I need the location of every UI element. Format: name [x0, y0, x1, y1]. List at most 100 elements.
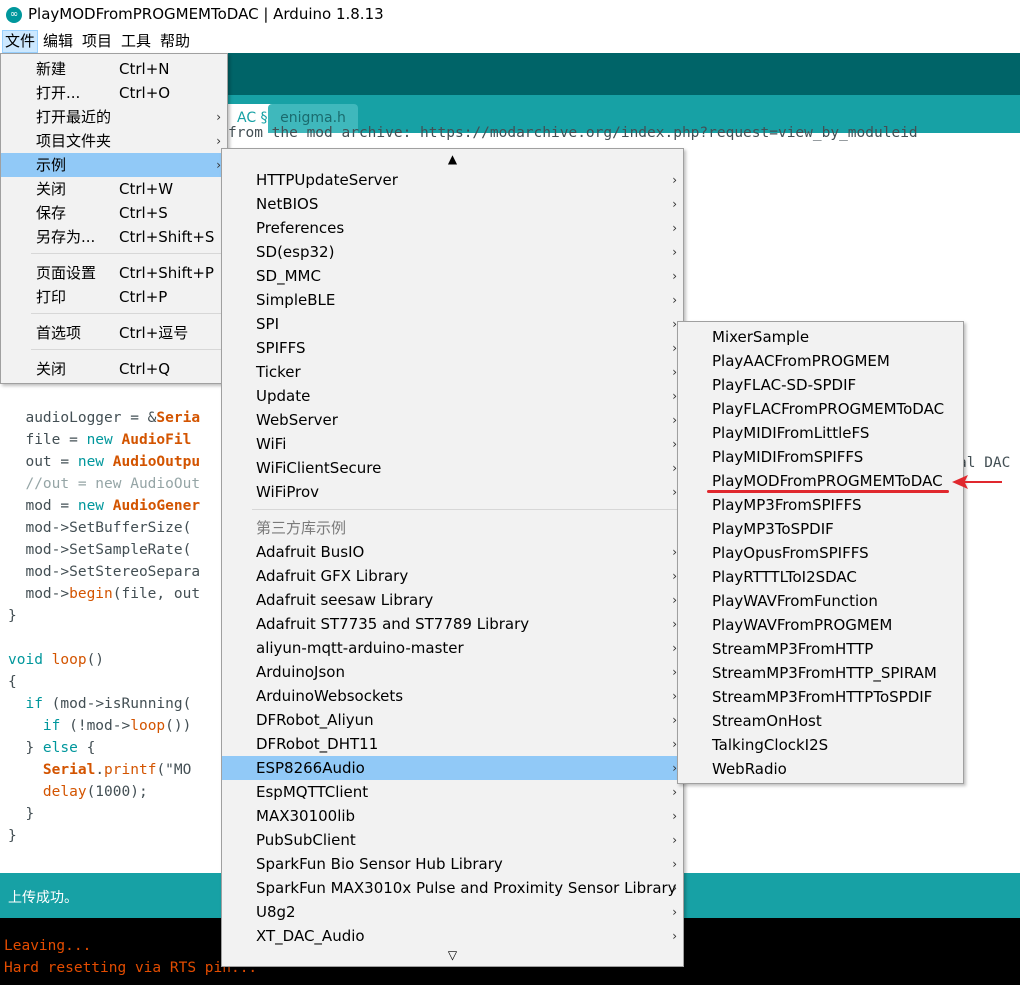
menu-item-example[interactable]: SPIFFS ›	[222, 336, 683, 360]
examples-menu: ▲ HTTPUpdateServer › NetBIOS › Preferences…	[221, 148, 684, 967]
status-message: 上传成功。	[8, 890, 78, 906]
menu-item-example[interactable]: WiFiProv ›	[222, 480, 683, 504]
code-line: } else {	[8, 740, 96, 756]
chevron-right-icon: ›	[672, 857, 677, 871]
menu-item-sketchbook[interactable]: 项目文件夹 ›	[1, 129, 227, 153]
menu-item-examples[interactable]: 示例 ›	[1, 153, 227, 177]
menu-item-sketch[interactable]: PlayMP3FromSPIFFS	[678, 493, 963, 517]
esp8266audio-menu: MixerSample PlayAACFromPROGMEM PlayFLAC-…	[677, 321, 964, 784]
menu-item-library-example[interactable]: XT_DAC_Audio ›	[222, 924, 683, 948]
scroll-up-arrow-icon[interactable]: ▲	[222, 152, 683, 166]
menu-item-library-example[interactable]: SparkFun MAX3010x Pulse and Proximity Se…	[222, 876, 683, 900]
menu-tools[interactable]: 工具	[119, 31, 153, 52]
chevron-right-icon: ›	[672, 293, 677, 307]
menu-item-esp8266audio[interactable]: ESP8266Audio ›	[222, 756, 683, 780]
window-title: PlayMODFromPROGMEMToDAC | Arduino 1.8.13	[28, 5, 384, 23]
code-line: mod->SetStereoSepara	[8, 564, 201, 580]
menu-item-sketch[interactable]: PlayOpusFromSPIFFS	[678, 541, 963, 565]
menu-item-library-example[interactable]: SparkFun Bio Sensor Hub Library ›	[222, 852, 683, 876]
menu-item-open-recent[interactable]: 打开最近的 ›	[1, 105, 227, 129]
chevron-right-icon: ›	[672, 269, 677, 283]
code-line: mod = new AudioGener	[8, 498, 201, 514]
menu-item-sketch[interactable]: PlayMIDIFromLittleFS	[678, 421, 963, 445]
menu-item-library-example[interactable]: DFRobot_DHT11 ›	[222, 732, 683, 756]
menu-item-example[interactable]: SimpleBLE ›	[222, 288, 683, 312]
menu-item-library-example[interactable]: DFRobot_Aliyun ›	[222, 708, 683, 732]
code-line: delay(1000);	[42, 784, 148, 800]
menu-item-library-example[interactable]: Adafruit seesaw Library ›	[222, 588, 683, 612]
code-line: mod->begin(file, out	[8, 586, 201, 602]
code-line: audioLogger = &Seria	[8, 410, 201, 426]
menu-separator	[252, 509, 679, 510]
menu-item-example[interactable]: Ticker ›	[222, 360, 683, 384]
menu-item-example[interactable]: WebServer ›	[222, 408, 683, 432]
menu-item-example[interactable]: Update ›	[222, 384, 683, 408]
menu-item-sketch[interactable]: PlayAACFromPROGMEM	[678, 349, 963, 373]
menu-item-library-example[interactable]: PubSubClient ›	[222, 828, 683, 852]
menu-item-print[interactable]: 打印 Ctrl+P	[1, 285, 227, 309]
menu-item-example[interactable]: SD(esp32) ›	[222, 240, 683, 264]
menu-help[interactable]: 帮助	[158, 31, 192, 52]
chevron-right-icon: ›	[672, 221, 677, 235]
menu-file[interactable]: 文件	[2, 30, 39, 53]
menu-item-sketch[interactable]: WebRadio	[678, 757, 963, 781]
code-line: mod->SetBufferSize(	[8, 520, 192, 536]
menu-item-open[interactable]: 打开... Ctrl+O	[1, 81, 227, 105]
chevron-right-icon: ›	[672, 173, 677, 187]
menu-item-sketch[interactable]: PlayWAVFromFunction	[678, 589, 963, 613]
chevron-right-icon: ›	[672, 809, 677, 823]
code-line: }	[8, 608, 17, 624]
menu-item-sketch[interactable]: StreamOnHost	[678, 709, 963, 733]
menu-item-sketch[interactable]: PlayMIDIFromSPIFFS	[678, 445, 963, 469]
menu-sketch[interactable]: 项目	[80, 31, 114, 52]
menu-separator	[31, 313, 223, 314]
menu-item-sketch[interactable]: MixerSample	[678, 325, 963, 349]
menu-item-example[interactable]: SPI ›	[222, 312, 683, 336]
menu-item-library-example[interactable]: Adafruit GFX Library ›	[222, 564, 683, 588]
chevron-right-icon: ›	[672, 881, 677, 895]
menu-item-sketch[interactable]: PlayWAVFromPROGMEM	[678, 613, 963, 637]
menu-edit[interactable]: 编辑	[41, 31, 75, 52]
code-line: if (mod->isRunning(	[25, 696, 192, 712]
menu-item-library-example[interactable]: ArduinoJson ›	[222, 660, 683, 684]
menu-item-close[interactable]: 关闭 Ctrl+W	[1, 177, 227, 201]
menu-item-sketch[interactable]: PlayFLAC-SD-SPDIF	[678, 373, 963, 397]
code-line: out = new AudioOutpu	[8, 454, 201, 470]
menu-item-library-example[interactable]: aliyun-mqtt-arduino-master ›	[222, 636, 683, 660]
code-line: }	[8, 806, 35, 822]
red-arrow-icon	[952, 475, 1002, 489]
menu-item-sketch[interactable]: PlayMP3ToSPDIF	[678, 517, 963, 541]
menu-item-library-example[interactable]: ArduinoWebsockets ›	[222, 684, 683, 708]
menu-item-save[interactable]: 保存 Ctrl+S	[1, 201, 227, 225]
menu-item-page-setup[interactable]: 页面设置 Ctrl+Shift+P	[1, 261, 227, 285]
menu-bar: 文件 编辑 项目 工具 帮助	[0, 30, 1020, 53]
menu-item-sketch[interactable]: StreamMP3FromHTTP_SPIRAM	[678, 661, 963, 685]
menu-item-sketch[interactable]: StreamMP3FromHTTP	[678, 637, 963, 661]
file-menu: 新建 Ctrl+N 打开... Ctrl+O 打开最近的 › 项目文件夹 › 示例 › 关…	[0, 53, 228, 384]
menu-item-save-as[interactable]: 另存为... Ctrl+Shift+S	[1, 225, 227, 249]
menu-item-example[interactable]: WiFiClientSecure ›	[222, 456, 683, 480]
console-line: Hard resetting via RTS pin...	[4, 960, 258, 976]
menu-item-quit[interactable]: 关闭 Ctrl+Q	[1, 357, 227, 381]
scroll-down-arrow-icon[interactable]: ▽	[222, 948, 683, 962]
red-underline-annotation	[707, 490, 949, 493]
menu-item-sketch[interactable]: StreamMP3FromHTTPToSPDIF	[678, 685, 963, 709]
menu-item-library-example[interactable]: Adafruit BusIO ›	[222, 540, 683, 564]
menu-item-sketch[interactable]: PlayFLACFromPROGMEMToDAC	[678, 397, 963, 421]
menu-item-example[interactable]: Preferences ›	[222, 216, 683, 240]
menu-item-library-example[interactable]: U8g2 ›	[222, 900, 683, 924]
chevron-right-icon: ›	[216, 110, 221, 124]
menu-item-library-example[interactable]: Adafruit ST7735 and ST7789 Library ›	[222, 612, 683, 636]
menu-item-new[interactable]: 新建 Ctrl+N	[1, 57, 227, 81]
menu-item-sketch[interactable]: TalkingClockI2S	[678, 733, 963, 757]
menu-item-example[interactable]: HTTPUpdateServer ›	[222, 168, 683, 192]
menu-item-preferences[interactable]: 首选项 Ctrl+逗号	[1, 321, 227, 345]
menu-item-sketch[interactable]: PlayRTTTLToI2SDAC	[678, 565, 963, 589]
menu-item-library-example[interactable]: EspMQTTClient ›	[222, 780, 683, 804]
code-line: {	[8, 674, 17, 690]
menu-item-example[interactable]: NetBIOS ›	[222, 192, 683, 216]
menu-item-example[interactable]: SD_MMC ›	[222, 264, 683, 288]
menu-item-library-example[interactable]: MAX30100lib ›	[222, 804, 683, 828]
code-comment-line: from the mod archive: https://modarchive…	[228, 125, 918, 141]
menu-item-example[interactable]: WiFi ›	[222, 432, 683, 456]
